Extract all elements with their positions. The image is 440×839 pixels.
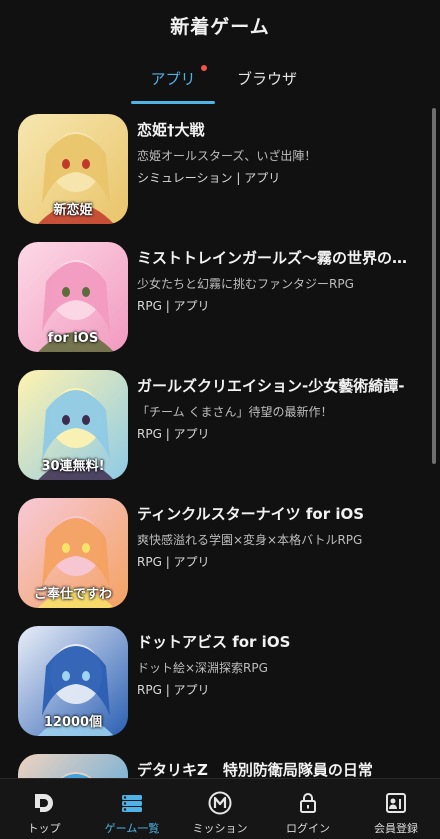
game-thumbnail[interactable]: 12000個: [18, 626, 128, 736]
thumbnail-caption: 新恋姫: [53, 203, 93, 218]
game-thumbnail[interactable]: for iOS: [18, 242, 128, 352]
game-description: 恋姫オールスターズ、いざ出陣！: [137, 149, 317, 163]
member-card-icon: [386, 793, 406, 813]
game-list-item[interactable]: for iOS ミストトレインガールズ〜霧の世界の車窓から〜少女たちと幻霧に挑むフ…: [18, 242, 422, 354]
thumbnail-caption: for iOS: [47, 331, 99, 346]
tab-browser-label: ブラウザ: [236, 70, 297, 88]
game-description: 少女たちと幻霧に挑むファンタジーRPG: [137, 277, 354, 291]
notification-dot: [201, 65, 207, 71]
tab-browser[interactable]: ブラウザ: [225, 58, 309, 104]
game-title[interactable]: 恋姫†大戦: [137, 120, 422, 140]
nav-game-list[interactable]: ゲーム一覧: [88, 779, 176, 839]
game-title[interactable]: デタリキZ 特別防衛局隊員の日常: [137, 760, 422, 778]
nav-top-label: トップ: [27, 822, 61, 835]
game-title[interactable]: ガールズクリエイション-少女藝術綺譚-: [137, 376, 422, 396]
game-list-item[interactable]: デタリキZ 特別防衛局隊員の日常: [18, 754, 418, 778]
nav-game-list-label: ゲーム一覧: [104, 822, 160, 835]
game-title[interactable]: ドットアビス for iOS: [137, 632, 422, 652]
game-list-item[interactable]: 30連無料! ガールズクリエイション-少女藝術綺譚- 「チーム くまさん」待望の最新…: [18, 370, 418, 482]
game-info: ミストトレインガールズ〜霧の世界の車窓から〜少女たちと幻霧に挑むファンタジーRP…: [137, 248, 422, 314]
game-list-item[interactable]: 12000個 ドットアビス for iOS ドット絵×深淵探索RPG RPG | アプ…: [18, 626, 418, 738]
nav-register[interactable]: 会員登録: [352, 779, 440, 839]
game-info: ティンクルスターナイツ for iOS 爽快感溢れる学園×変身×本格バトルRPG R…: [137, 504, 422, 570]
game-description: 爽快感溢れる学園×変身×本格バトルRPG: [137, 533, 363, 547]
game-thumbnail[interactable]: [18, 754, 128, 778]
tab-bar: アプリ ブラウザ: [0, 58, 440, 104]
thumbnail-caption: 30連無料!: [41, 459, 105, 474]
list-icon: [122, 795, 142, 812]
game-genre-platform: RPG | アプリ: [137, 299, 210, 313]
game-genre-platform: RPG | アプリ: [137, 427, 210, 441]
tab-app[interactable]: アプリ: [131, 58, 215, 104]
lock-icon: [300, 793, 316, 813]
bottom-nav: トップ ゲーム一覧 ミッション ログイン 会員登録: [0, 778, 440, 839]
game-list-item[interactable]: 新恋姫 恋姫†大戦 恋姫オールスターズ、いざ出陣！ シミュレーション | アプリ: [18, 114, 418, 226]
game-thumbnail[interactable]: 30連無料!: [18, 370, 128, 480]
mission-icon: [208, 791, 232, 815]
page-title: 新着ゲーム: [170, 15, 270, 38]
game-list[interactable]: 新恋姫 恋姫†大戦恋姫オールスターズ、いざ出陣！ シミュレーション | アプリ for…: [0, 108, 440, 778]
nav-login[interactable]: ログイン: [264, 779, 352, 839]
tab-app-label: アプリ: [150, 70, 196, 88]
game-genre-platform: RPG | アプリ: [137, 555, 210, 569]
game-info: ドットアビス for iOS ドット絵×深淵探索RPG RPG | アプリ: [137, 632, 422, 698]
page-header: 新着ゲーム: [0, 0, 440, 50]
thumbnail-caption: 12000個: [43, 715, 103, 730]
game-thumbnail[interactable]: 新恋姫: [18, 114, 128, 224]
game-info: ガールズクリエイション-少女藝術綺譚- 「チーム くまさん」待望の最新作！ RPG …: [137, 376, 422, 442]
game-description: 「チーム くまさん」待望の最新作！: [137, 405, 333, 419]
game-genre-platform: シミュレーション | アプリ: [137, 171, 281, 185]
game-info: 恋姫†大戦恋姫オールスターズ、いざ出陣！ シミュレーション | アプリ: [137, 120, 422, 186]
nav-register-label: 会員登録: [374, 822, 418, 835]
nav-mission-label: ミッション: [192, 822, 248, 835]
game-info: デタリキZ 特別防衛局隊員の日常: [137, 760, 422, 778]
game-title[interactable]: ミストトレインガールズ〜霧の世界の車窓から〜: [137, 248, 422, 268]
game-description: ドット絵×深淵探索RPG: [137, 661, 268, 675]
nav-mission[interactable]: ミッション: [176, 779, 264, 839]
nav-top[interactable]: トップ: [0, 779, 88, 839]
scrollbar[interactable]: [432, 108, 436, 464]
game-title[interactable]: ティンクルスターナイツ for iOS: [137, 504, 422, 524]
top-icon: [35, 794, 53, 812]
thumbnail-caption: ご奉仕ですわ: [33, 587, 112, 602]
game-thumbnail[interactable]: ご奉仕ですわ: [18, 498, 128, 608]
game-list-item[interactable]: ご奉仕ですわ ティンクルスターナイツ for iOS 爽快感溢れる学園×変身×本格バ…: [18, 498, 418, 610]
game-genre-platform: RPG | アプリ: [137, 683, 210, 697]
nav-login-label: ログイン: [286, 822, 330, 835]
